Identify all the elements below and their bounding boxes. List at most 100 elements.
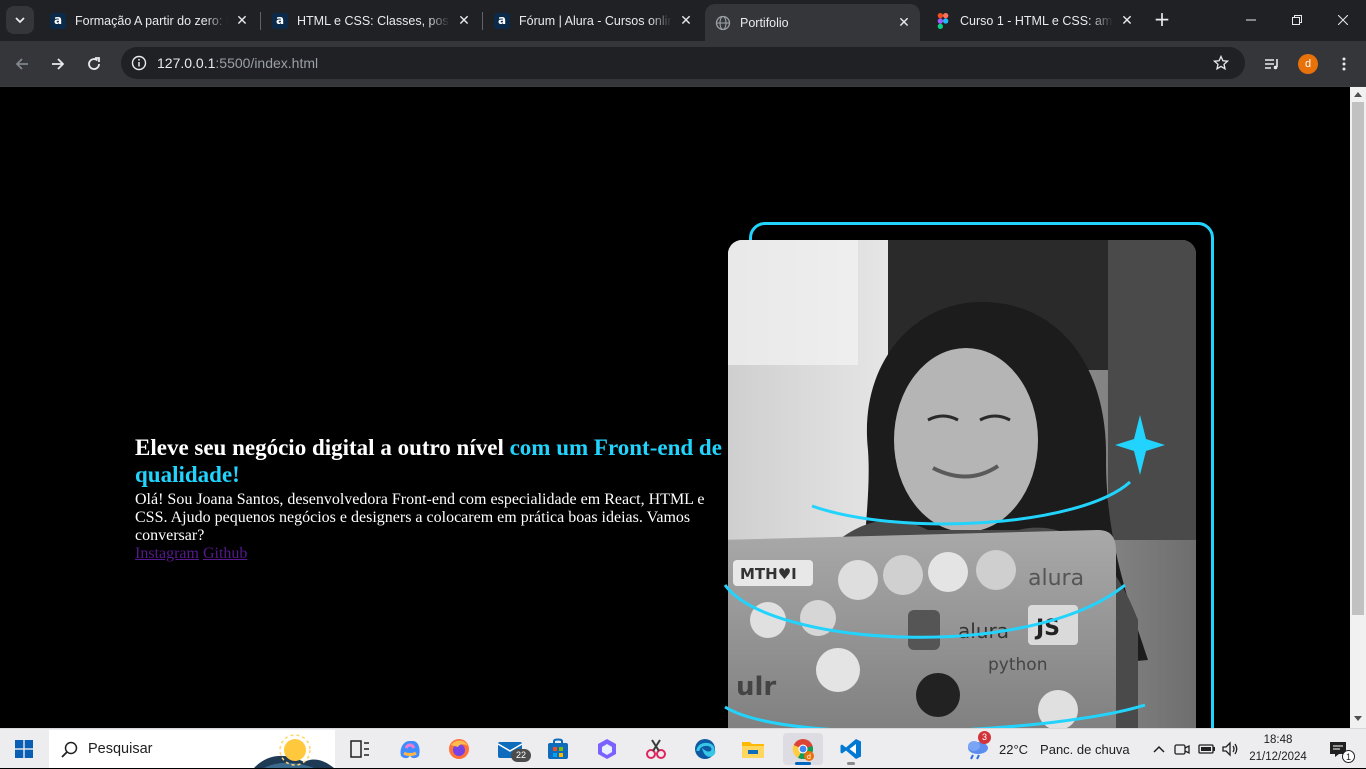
tab-divider — [482, 12, 483, 30]
hero-description: Olá! Sou Joana Santos, desenvolvedora Fr… — [135, 491, 705, 544]
tab-strip: a Formação A partir do zero: H ✕ a HTML … — [0, 0, 1366, 41]
instagram-link[interactable]: Instagram — [135, 545, 199, 562]
reload-icon — [88, 57, 100, 70]
search-highlight-icon — [254, 734, 334, 768]
tab-divider — [260, 12, 261, 30]
edge-button[interactable] — [685, 733, 725, 765]
restore-icon — [1292, 15, 1302, 25]
store-button[interactable] — [538, 733, 578, 765]
profile-button[interactable]: d — [1294, 50, 1322, 78]
chevron-down-icon — [15, 17, 25, 24]
scroll-up-icon[interactable] — [1350, 87, 1366, 101]
task-view-icon — [350, 740, 369, 758]
task-view-button[interactable] — [340, 733, 380, 765]
close-icon[interactable]: ✕ — [234, 13, 250, 29]
browser-tab[interactable]: Curso 1 - HTML e CSS: ambi ✕ — [925, 6, 1143, 36]
alura-icon: a — [50, 13, 66, 29]
avatar: d — [1298, 54, 1318, 74]
folder-icon — [742, 742, 764, 758]
scrollbar-thumb[interactable] — [1352, 102, 1364, 615]
copilot-button[interactable] — [390, 733, 430, 765]
weather-widget[interactable]: 3 22°C Panc. de chuva — [966, 729, 1130, 769]
tab-search-button[interactable] — [6, 6, 34, 34]
close-icon[interactable]: ✕ — [456, 13, 472, 29]
m365-copilot-button[interactable] — [587, 733, 627, 765]
minimize-button[interactable] — [1228, 0, 1274, 40]
playlist-icon — [1265, 59, 1278, 70]
close-icon — [1338, 15, 1348, 25]
start-button[interactable] — [4, 733, 44, 765]
notification-center-button[interactable]: 1 — [1318, 733, 1358, 765]
arrow-left-icon — [15, 58, 28, 70]
meet-now-button[interactable] — [1172, 733, 1192, 765]
notification-count: 1 — [1342, 750, 1355, 763]
forward-button[interactable] — [44, 50, 72, 78]
browser-tab[interactable]: a Formação A partir do zero: H ✕ — [40, 6, 258, 36]
mail-badge: 22 — [511, 749, 531, 762]
browser-menu-button[interactable] — [1330, 50, 1358, 78]
chevron-up-icon — [1153, 745, 1165, 753]
camera-icon — [1174, 744, 1190, 755]
battery-button[interactable] — [1197, 733, 1217, 765]
back-button[interactable] — [8, 50, 36, 78]
reload-button[interactable] — [80, 50, 108, 78]
rain-cloud-icon: 3 — [966, 731, 992, 760]
tab-title: Portifolio — [740, 15, 789, 30]
tab-title: Fórum | Alura - Cursos onlin — [519, 14, 672, 28]
clock-time: 18:48 — [1263, 734, 1293, 746]
close-icon[interactable]: ✕ — [896, 15, 912, 31]
weather-alert-badge: 3 — [978, 731, 991, 744]
restore-button[interactable] — [1274, 0, 1320, 40]
hero-title-main: Eleve seu negócio digital a outro nível — [135, 435, 510, 460]
svg-text:d: d — [807, 754, 811, 761]
file-explorer-button[interactable] — [733, 733, 773, 765]
arrow-right-icon — [52, 58, 65, 70]
url-host: 127.0.0.1 — [157, 55, 216, 71]
vscode-button[interactable] — [831, 733, 871, 765]
snipping-tool-button[interactable] — [636, 733, 676, 765]
store-icon — [548, 738, 568, 759]
scissors-icon — [646, 739, 666, 759]
show-hidden-icons-button[interactable] — [1150, 733, 1168, 765]
search-label: Pesquisar — [88, 741, 153, 757]
chrome-button[interactable]: d — [783, 733, 823, 765]
page-scrollbar[interactable] — [1350, 87, 1366, 728]
system-clock[interactable]: 18:48 21/12/2024 — [1244, 732, 1312, 766]
close-icon[interactable]: ✕ — [678, 13, 694, 29]
temperature: 22°C — [999, 741, 1029, 757]
browser-tab-active[interactable]: Portifolio ✕ — [705, 4, 920, 41]
chrome-icon: d — [792, 739, 814, 761]
alura-icon: a — [272, 13, 288, 29]
new-tab-button[interactable]: + — [1150, 8, 1174, 32]
volume-button[interactable] — [1221, 733, 1241, 765]
mail-button[interactable]: 22 — [490, 733, 531, 765]
address-bar[interactable]: 127.0.0.1:5500/index.html — [121, 47, 1245, 79]
running-indicator — [847, 762, 855, 765]
minimize-icon — [1246, 19, 1256, 21]
github-link[interactable]: Github — [203, 545, 247, 562]
media-control-button[interactable] — [1258, 50, 1286, 78]
page-viewport: Eleve seu negócio digital a outro nível … — [0, 87, 1350, 728]
alura-icon: a — [494, 13, 510, 29]
browser-toolbar: 127.0.0.1:5500/index.html d — [0, 41, 1366, 86]
speaker-icon — [1222, 741, 1238, 757]
active-indicator — [795, 762, 811, 765]
scroll-down-icon[interactable] — [1350, 712, 1366, 726]
firefox-icon — [449, 739, 469, 759]
more-vertical-icon — [1342, 57, 1346, 71]
browser-tab[interactable]: a Fórum | Alura - Cursos onlin ✕ — [484, 6, 702, 36]
browser-tab[interactable]: a HTML e CSS: Classes, posicio ✕ — [262, 6, 480, 36]
weather-description: Panc. de chuva — [1040, 741, 1130, 757]
edge-icon — [695, 739, 716, 759]
url-path: :5500/index.html — [215, 55, 319, 71]
firefox-button[interactable] — [439, 733, 479, 765]
m365-icon — [598, 739, 616, 759]
search-icon — [61, 741, 78, 758]
hero-text: Eleve seu negócio digital a outro nível … — [135, 434, 725, 563]
url-text[interactable]: 127.0.0.1:5500/index.html — [157, 55, 318, 71]
site-info-icon[interactable] — [129, 53, 149, 73]
taskbar-search[interactable]: Pesquisar — [49, 730, 335, 768]
close-icon[interactable]: ✕ — [1119, 13, 1135, 29]
close-window-button[interactable] — [1320, 0, 1366, 40]
bookmark-star-icon[interactable] — [1211, 53, 1231, 73]
